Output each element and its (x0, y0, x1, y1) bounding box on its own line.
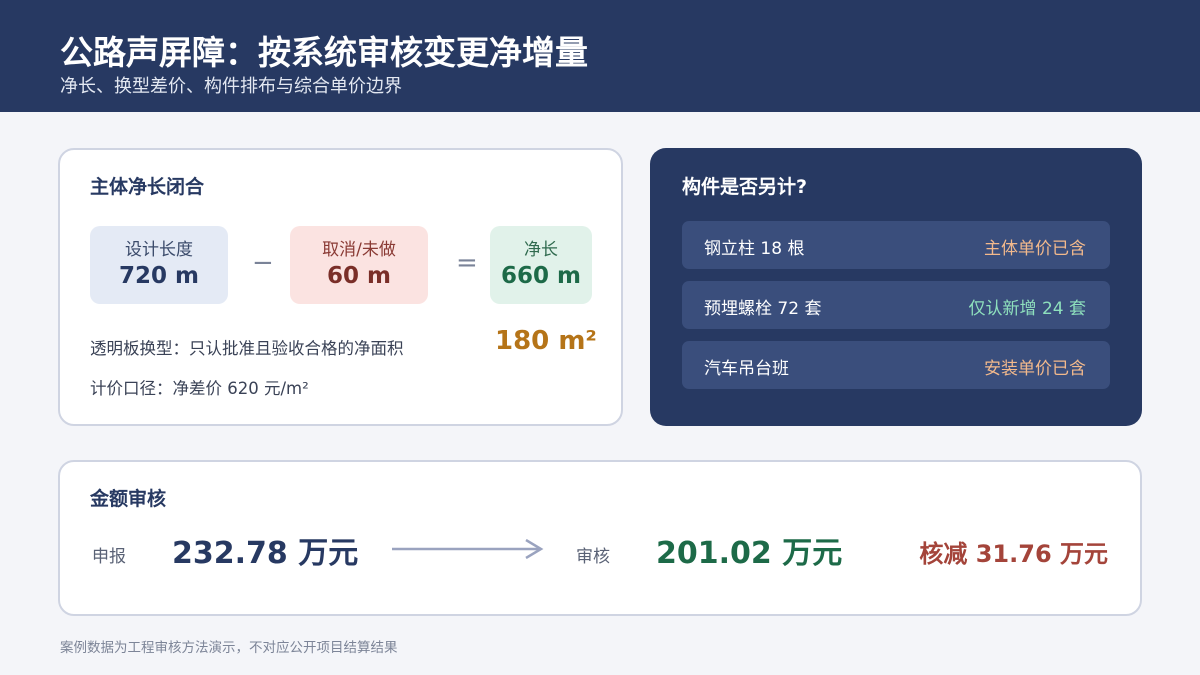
arrow-right-icon (392, 539, 544, 559)
page-title: 公路声屏障：按系统审核变更净增量 (60, 33, 588, 72)
components-card: 构件是否另计? 钢立柱 18 根 主体单价已含 预埋螺栓 72 套 仅认新增 2… (650, 148, 1142, 426)
page-subtitle: 净长、换型差价、构件排布与综合单价边界 (60, 76, 402, 97)
design-length-value: 720 m (119, 263, 199, 289)
component-status: 安装单价已含 (984, 359, 1086, 379)
component-row: 钢立柱 18 根 主体单价已含 (682, 221, 1110, 269)
header-banner: 公路声屏障：按系统审核变更净增量 净长、换型差价、构件排布与综合单价边界 (0, 0, 1200, 112)
cancelled-length-value: 60 m (327, 263, 391, 289)
declared-amount: 232.78 万元 (172, 536, 359, 571)
component-name: 钢立柱 18 根 (704, 239, 805, 259)
design-length-box: 设计长度 720 m (90, 226, 228, 304)
net-length-value: 660 m (501, 263, 581, 289)
approved-area-value: 180 m² (495, 326, 597, 356)
audited-amount: 201.02 万元 (656, 536, 843, 571)
cancelled-length-box: 取消/未做 60 m (290, 226, 428, 304)
component-name: 汽车吊台班 (704, 359, 789, 379)
amount-review-card: 金额审核 申报 232.78 万元 审核 201.02 万元 核减 31.76 … (58, 460, 1142, 616)
footer-disclaimer: 案例数据为工程审核方法演示，不对应公开项目结算结果 (60, 640, 398, 656)
equals-operator: = (456, 248, 478, 278)
components-title: 构件是否另计? (682, 176, 808, 198)
component-status: 仅认新增 24 套 (968, 299, 1086, 319)
component-status: 主体单价已含 (984, 239, 1086, 259)
net-length-label: 净长 (524, 240, 558, 260)
audited-label: 审核 (576, 547, 610, 567)
net-length-title: 主体净长闭合 (90, 176, 205, 198)
pricing-basis-note: 计价口径：净差价 620 元/m² (90, 379, 309, 398)
net-length-card: 主体净长闭合 设计长度 720 m − 取消/未做 60 m = 净长 660 … (58, 148, 623, 426)
component-row: 汽车吊台班 安装单价已含 (682, 341, 1110, 389)
panel-replacement-note: 透明板换型：只认批准且验收合格的净面积 (90, 339, 404, 358)
component-name: 预埋螺栓 72 套 (704, 299, 822, 319)
cancelled-length-label: 取消/未做 (322, 240, 396, 260)
component-row: 预埋螺栓 72 套 仅认新增 24 套 (682, 281, 1110, 329)
net-length-box: 净长 660 m (490, 226, 592, 304)
reduction-amount: 核减 31.76 万元 (919, 540, 1108, 568)
amount-review-title: 金额审核 (90, 488, 167, 510)
declared-label: 申报 (92, 547, 126, 567)
design-length-label: 设计长度 (125, 240, 193, 260)
minus-operator: − (252, 248, 274, 278)
